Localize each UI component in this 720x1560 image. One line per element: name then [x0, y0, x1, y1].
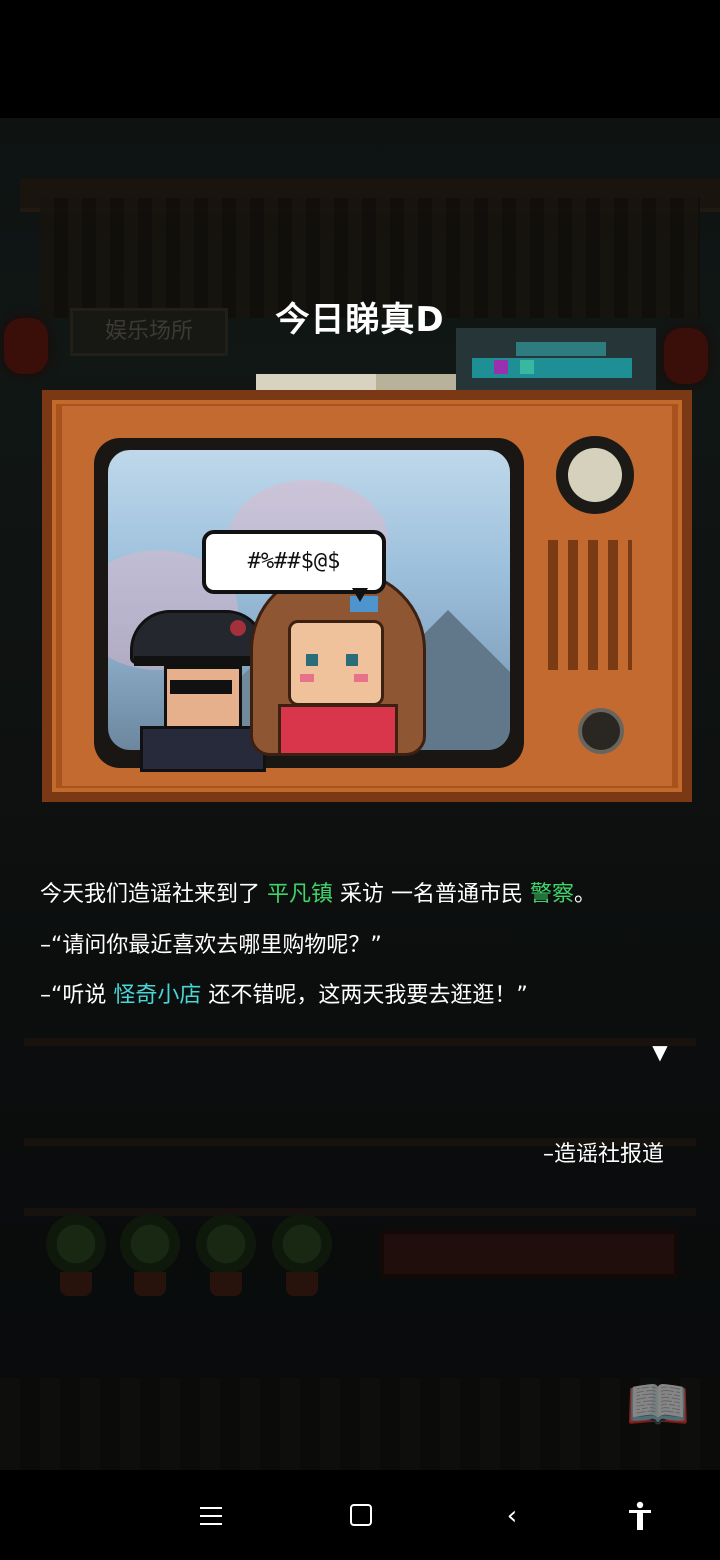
- report-signature: –造谣社报道: [542, 1142, 664, 1167]
- story-line-3: –“听说 怪奇小店 还不错呢，这两天我要去逛逛！”: [40, 977, 690, 1009]
- menu-icon[interactable]: [192, 1498, 232, 1534]
- story-text: 。: [574, 882, 597, 907]
- game-screen[interactable]: 娱乐场所 📖 今日睇真D #%##$@$ 今天我们造谣社来到了 平凡镇 采访 一…: [0, 0, 720, 1560]
- tv-speaker-grille: [548, 540, 632, 670]
- speech-bubble-tail: [352, 588, 368, 602]
- tv-small-knob: [578, 708, 624, 754]
- police-character: [130, 610, 270, 772]
- sunglasses-icon: [170, 680, 232, 694]
- story-line-1: 今天我们造谣社来到了 平凡镇 采访 一名普通市民 警察。: [40, 876, 690, 908]
- triangle-down-icon[interactable]: ▼: [648, 1040, 672, 1064]
- shop-highlight: 怪奇小店: [113, 983, 202, 1008]
- story-text: 今天我们造谣社来到了: [40, 882, 267, 907]
- square-home-icon[interactable]: [340, 1498, 380, 1534]
- system-navigation-bar: ‹: [0, 1470, 720, 1560]
- story-text: 采访 一名普通市民: [333, 882, 530, 907]
- retro-tv: #%##$@$: [42, 390, 692, 802]
- story-text: –“听说: [40, 983, 114, 1008]
- chevron-left-icon[interactable]: ‹: [492, 1498, 532, 1534]
- reporter-girl-character: [250, 570, 430, 756]
- story-line-2: –“请问你最近喜欢去哪里购物呢？”: [40, 933, 382, 958]
- place-highlight: 平凡镇: [267, 882, 334, 907]
- tv-antenna: [256, 374, 456, 390]
- story-text: 还不错呢，这两天我要去逛逛！”: [201, 983, 528, 1008]
- tv-top-device: [456, 328, 656, 392]
- person-highlight: 警察: [530, 882, 575, 907]
- accessibility-icon[interactable]: [620, 1498, 660, 1534]
- tv-dial-knob: [556, 436, 634, 514]
- speech-bubble: #%##$@$: [202, 530, 386, 594]
